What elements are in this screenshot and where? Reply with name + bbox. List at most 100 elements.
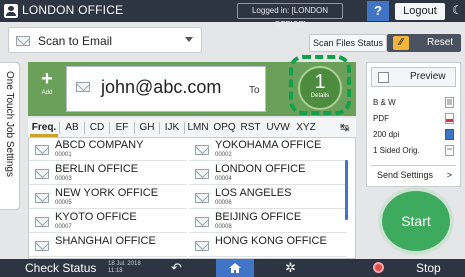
chevron-down-icon bbox=[185, 37, 193, 42]
destination-field[interactable]: john@abc.com To bbox=[66, 66, 266, 112]
entry-number: 00001 bbox=[55, 152, 72, 158]
one-sided-original-icon bbox=[445, 145, 454, 156]
highlight-callout bbox=[289, 55, 351, 115]
bottom-bar: Check Status 18 Jul. 2018 11:18 ↶ ✲ Stop bbox=[0, 259, 465, 277]
help-button[interactable]: ? bbox=[367, 1, 389, 21]
time-label: 11:18 bbox=[108, 268, 123, 274]
tab-ijk[interactable]: IJK bbox=[161, 118, 183, 137]
envelope-icon bbox=[16, 36, 30, 46]
envelope-icon bbox=[76, 82, 90, 92]
logout-button[interactable]: Logout bbox=[395, 3, 445, 20]
entry-name: NEW YORK OFFICE bbox=[55, 187, 159, 199]
list-item[interactable]: YOKOHAMA OFFICE 00002 bbox=[189, 138, 347, 161]
entry-name: KYOTO OFFICE bbox=[55, 211, 137, 223]
function-label: Scan to Email bbox=[38, 34, 113, 48]
gear-icon[interactable]: ✲ bbox=[285, 260, 296, 276]
entry-number: 00005 bbox=[55, 200, 72, 206]
destination-address: john@abc.com bbox=[101, 77, 222, 97]
scan-settings-panel: Preview B & W PDF 200 dpi 1 Sided Orig. … bbox=[366, 62, 461, 187]
reset-button[interactable]: ⁄⁄ Reset bbox=[387, 34, 461, 52]
entry-number: 00002 bbox=[215, 152, 232, 158]
envelope-icon bbox=[35, 193, 49, 203]
tab-cd[interactable]: CD bbox=[86, 118, 108, 137]
preview-label: Preview bbox=[410, 71, 446, 82]
tab-rst[interactable]: RST bbox=[238, 118, 263, 137]
envelope-icon bbox=[35, 145, 49, 155]
one-touch-job-settings-tab[interactable]: One Touch Job Settings bbox=[0, 62, 20, 210]
tab-gh[interactable]: GH bbox=[136, 118, 158, 137]
envelope-icon bbox=[35, 217, 49, 227]
entry-name: BEIJING OFFICE bbox=[215, 211, 302, 223]
tab-ef[interactable]: EF bbox=[111, 118, 133, 137]
tab-ab[interactable]: AB bbox=[61, 118, 83, 137]
check-status-button[interactable]: Check Status bbox=[25, 261, 96, 275]
reset-label: Reset bbox=[427, 37, 454, 48]
chevron-right-icon: > bbox=[446, 170, 452, 180]
add-destination-button[interactable]: + Add bbox=[34, 68, 60, 108]
window-title: LONDON OFFICE bbox=[22, 3, 124, 17]
resolution-setting: 200 dpi bbox=[373, 130, 400, 139]
side-tab-label: One Touch Job Settings bbox=[4, 71, 15, 177]
entry-number: 00008 bbox=[215, 224, 232, 230]
function-select[interactable]: Scan to Email bbox=[8, 27, 202, 53]
add-label: Add bbox=[41, 90, 53, 96]
list-item[interactable]: LOS ANGELES 00006 bbox=[189, 186, 347, 209]
plus-icon: + bbox=[41, 68, 53, 90]
list-scrollbar[interactable] bbox=[345, 160, 348, 220]
envelope-icon bbox=[35, 169, 49, 179]
tab-lmn[interactable]: LMN bbox=[185, 118, 211, 137]
login-status: Logged in: [LONDON OFFICE] bbox=[237, 3, 343, 29]
preview-checkbox[interactable] bbox=[378, 72, 389, 83]
tab-uvw[interactable]: UVW bbox=[264, 118, 292, 137]
list-item[interactable]: KYOTO OFFICE 00007 bbox=[29, 210, 187, 233]
entry-number: 00003 bbox=[55, 176, 72, 182]
list-item[interactable]: SHANGHAI OFFICE bbox=[29, 234, 187, 257]
list-item[interactable]: LONDON OFFICE 00004 bbox=[189, 162, 347, 185]
list-item[interactable]: HONG KONG OFFICE bbox=[189, 234, 347, 257]
user-icon bbox=[4, 4, 18, 18]
back-icon[interactable]: ↶ bbox=[171, 260, 182, 276]
entry-number: 00006 bbox=[215, 200, 232, 206]
envelope-icon bbox=[35, 241, 49, 251]
entry-number: 00007 bbox=[55, 224, 72, 230]
home-icon bbox=[229, 263, 241, 273]
list-item[interactable]: BEIJING OFFICE 00008 bbox=[189, 210, 347, 233]
date-time: 18 Jul. 2018 11:18 bbox=[108, 261, 141, 275]
envelope-icon bbox=[195, 241, 209, 251]
address-list: ABCD COMPANY 00001 YOKOHAMA OFFICE 00002… bbox=[28, 137, 356, 259]
entry-name: SHANGHAI OFFICE bbox=[55, 235, 156, 247]
home-button[interactable] bbox=[216, 259, 254, 277]
entry-name: YOKOHAMA OFFICE bbox=[215, 139, 322, 151]
list-item[interactable]: ABCD COMPANY 00001 bbox=[29, 138, 187, 161]
preview-toggle[interactable]: Preview bbox=[371, 67, 456, 87]
to-label: To bbox=[249, 85, 260, 96]
list-item[interactable]: NEW YORK OFFICE 00005 bbox=[29, 186, 187, 209]
entry-name: ABCD COMPANY bbox=[55, 139, 144, 151]
tab-opq[interactable]: OPQ bbox=[212, 118, 237, 137]
tab-freq[interactable]: Freq. bbox=[30, 118, 58, 137]
resolution-icon bbox=[445, 129, 454, 140]
envelope-icon bbox=[195, 217, 209, 227]
date-label: 18 Jul. 2018 bbox=[108, 261, 141, 267]
stop-button[interactable]: Stop bbox=[416, 261, 441, 275]
envelope-icon bbox=[195, 193, 209, 203]
original-sides-setting: 1 Sided Orig. bbox=[373, 146, 420, 155]
stop-icon bbox=[373, 262, 384, 273]
energy-saver-icon[interactable]: ☾ bbox=[452, 3, 463, 17]
entry-number: 00004 bbox=[215, 176, 232, 182]
title-bar: LONDON OFFICE Logged in: [LONDON OFFICE]… bbox=[0, 0, 465, 29]
entry-name: HONG KONG OFFICE bbox=[215, 235, 327, 247]
bw-document-icon bbox=[445, 97, 454, 108]
entry-name: BERLIN OFFICE bbox=[55, 163, 139, 175]
scan-files-status-button[interactable]: Scan Files Status bbox=[309, 34, 387, 52]
send-settings-button[interactable]: Send Settings > bbox=[371, 165, 456, 183]
sort-icon[interactable]: ↹ bbox=[340, 121, 349, 134]
entry-name: LONDON OFFICE bbox=[215, 163, 306, 175]
envelope-icon bbox=[195, 169, 209, 179]
color-mode-setting: B & W bbox=[373, 98, 396, 107]
file-type-setting: PDF bbox=[373, 114, 389, 123]
tab-xyz[interactable]: XYZ bbox=[293, 118, 319, 137]
address-book-tabs: Freq. AB CD EF GH IJK LMN OPQ RST UVW XY… bbox=[28, 118, 356, 137]
list-item[interactable]: BERLIN OFFICE 00003 bbox=[29, 162, 187, 185]
start-button[interactable]: Start bbox=[378, 187, 454, 255]
